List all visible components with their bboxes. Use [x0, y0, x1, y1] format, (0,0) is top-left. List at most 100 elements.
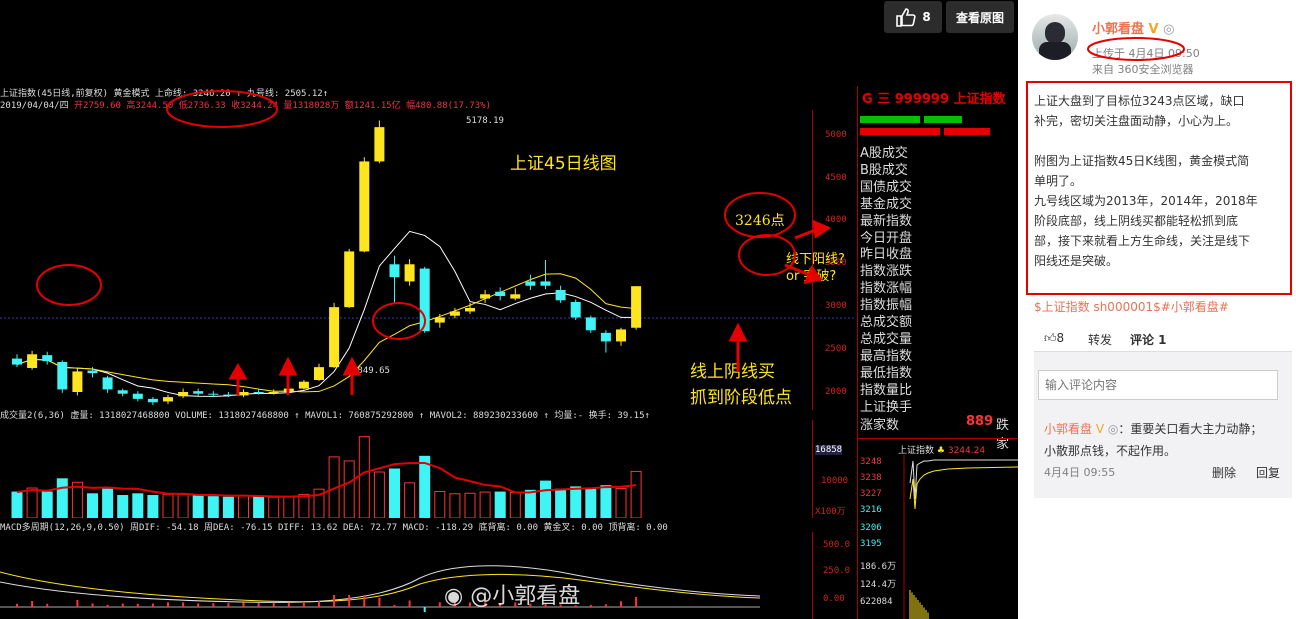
- candle-body: [495, 291, 506, 296]
- volume-bar: [268, 496, 280, 518]
- post-source[interactable]: 来自 360安全浏览器: [1092, 61, 1194, 77]
- candle-body: [329, 307, 340, 368]
- weibo-logo-icon: ◉: [444, 584, 464, 609]
- post-body-line: [1034, 131, 1284, 151]
- stock-code-line: G 三 999999 上证指数: [862, 92, 1006, 107]
- volume-bar: [26, 487, 38, 518]
- image-viewer: 8 查看原图 上证指数(45日线,前复权) 黄金模式 上命线: 3246.20 …: [0, 0, 1018, 619]
- volume-bar: [373, 471, 385, 518]
- indicator-menu-item[interactable]: B股成交: [860, 162, 908, 179]
- candle-body: [87, 370, 98, 374]
- candle-body: [72, 371, 83, 392]
- forward-action[interactable]: 转发: [1088, 331, 1112, 348]
- candle-body: [434, 317, 445, 323]
- avatar[interactable]: [1032, 14, 1078, 60]
- indicator-menu-item[interactable]: 最高指数: [860, 348, 912, 365]
- post-author[interactable]: 小郭看盘 V ◎: [1092, 18, 1174, 37]
- indicator-menu-item[interactable]: 昨日收盘: [860, 246, 912, 263]
- volume-bar: [56, 478, 68, 518]
- candle-body: [132, 393, 143, 399]
- topic-link[interactable]: $上证指数 sh000001$#小郭看盘#: [1034, 298, 1229, 315]
- post-body-line: 单明了。: [1034, 174, 1083, 188]
- comment-reply[interactable]: 回复: [1256, 464, 1280, 481]
- indicator-menu-item[interactable]: 指数振幅: [860, 297, 912, 314]
- indicator-menu-item[interactable]: 总成交额: [860, 314, 912, 331]
- candle-body: [102, 377, 113, 390]
- comment-author[interactable]: 小郭看盘: [1044, 422, 1092, 436]
- macd-tick: 0.00: [823, 594, 845, 604]
- volume-bar: [192, 495, 204, 518]
- post-time[interactable]: 上传于 4月4日 09:50: [1092, 45, 1200, 61]
- indicator-menu-item[interactable]: 指数涨跌: [860, 263, 912, 280]
- volume-header: 成交量2(6,36) 虚量: 1318027468800 VOLUME: 131…: [0, 411, 650, 421]
- indicator-menu-item[interactable]: 总成交量: [860, 331, 912, 348]
- indicator-menu-item[interactable]: 上证换手: [860, 399, 912, 416]
- volume-bar: [630, 470, 642, 518]
- volume-bar: [238, 495, 249, 518]
- candle-body: [540, 281, 551, 286]
- volume-tick: 10000: [821, 476, 849, 486]
- indicator-menu-item[interactable]: 最新指数: [860, 213, 912, 230]
- volume-bar: [585, 488, 597, 518]
- candle-body: [193, 391, 204, 394]
- price-tick: 4000: [825, 215, 847, 226]
- comment-delete[interactable]: 删除: [1212, 464, 1236, 481]
- candle-body: [268, 392, 279, 393]
- price-tick: 4500: [825, 172, 847, 183]
- rise-count-row: 涨家数 889 跌家: [860, 414, 1010, 452]
- indicator-menu-item[interactable]: 最低指数: [860, 365, 912, 382]
- volume-tick: 16858: [815, 445, 843, 455]
- candle-body: [600, 332, 611, 342]
- comment-action[interactable]: 评论 1: [1130, 331, 1167, 348]
- indicator-menu-item[interactable]: 基金成交: [860, 196, 912, 213]
- like-button[interactable]: 8: [884, 1, 942, 33]
- like-action[interactable]: 👍︎8: [1044, 331, 1064, 346]
- indicator-menu-item[interactable]: 国债成交: [860, 179, 912, 196]
- volume-bar: [540, 480, 551, 518]
- target-point-label: 3246点: [735, 213, 785, 229]
- volume-axis: 16858 10000 X100万: [812, 420, 856, 518]
- volume-tick: X100万: [815, 507, 846, 517]
- volume-bar: [615, 488, 627, 518]
- thumbs-up-icon: 👍︎: [1044, 331, 1057, 345]
- candle-body: [117, 390, 128, 394]
- candle-body: [374, 127, 385, 162]
- candle-body: [314, 367, 324, 380]
- price-tick: 5000: [825, 129, 847, 140]
- candle-body: [404, 264, 415, 282]
- candle-body: [147, 398, 158, 403]
- candle-body: [12, 358, 22, 365]
- volume-chart: [11, 436, 642, 518]
- comment-input[interactable]: [1038, 370, 1278, 400]
- candle-body: [208, 393, 219, 395]
- candle-body: [178, 392, 189, 397]
- candle-body: [42, 355, 53, 362]
- volume-bar: [147, 495, 159, 518]
- candle-body: [344, 251, 355, 308]
- volume-bar: [253, 496, 265, 518]
- indicator-menu-item[interactable]: 指数涨幅: [860, 280, 912, 297]
- medal-icon: ◎: [1163, 22, 1175, 37]
- indicator-menu-item[interactable]: 指数量比: [860, 382, 912, 399]
- verified-v-icon: V: [1095, 422, 1105, 436]
- comment-line-2: 小散那点钱，不起作用。: [1044, 444, 1177, 458]
- post-body-line: 上证大盘到了目标位3243点区域，缺口: [1034, 94, 1245, 108]
- candle-body: [480, 294, 491, 299]
- volume-bar: [87, 493, 98, 518]
- post-body-line: 阳线还是突破。: [1034, 254, 1119, 268]
- action-bar: 👍︎8 转发 评论 1: [1034, 322, 1292, 352]
- volume-bar: [117, 495, 129, 518]
- volume-bar: [404, 482, 416, 518]
- view-original-button[interactable]: 查看原图: [946, 1, 1014, 33]
- volume-bar: [600, 485, 612, 518]
- candle-body: [585, 317, 596, 331]
- post-body-line: 九号线区域为2013年，2014年，2018年: [1034, 194, 1258, 208]
- comment-area: 小郭看盘 V ◎：重要关口看大主力动静； 小散那点钱，不起作用。 4月4日 09…: [1034, 352, 1292, 498]
- volume-bar: [162, 493, 174, 518]
- indicator-menu-item[interactable]: A股成交: [860, 145, 908, 162]
- bar-indicator: [924, 116, 962, 123]
- watermark: ◉ @小郭看盘: [444, 584, 581, 609]
- post-body-line: 阶段底部，线上阴线买都能轻松抓到底: [1034, 214, 1239, 228]
- bar-indicator: [860, 116, 920, 123]
- indicator-menu-item[interactable]: 今日开盘: [860, 230, 912, 247]
